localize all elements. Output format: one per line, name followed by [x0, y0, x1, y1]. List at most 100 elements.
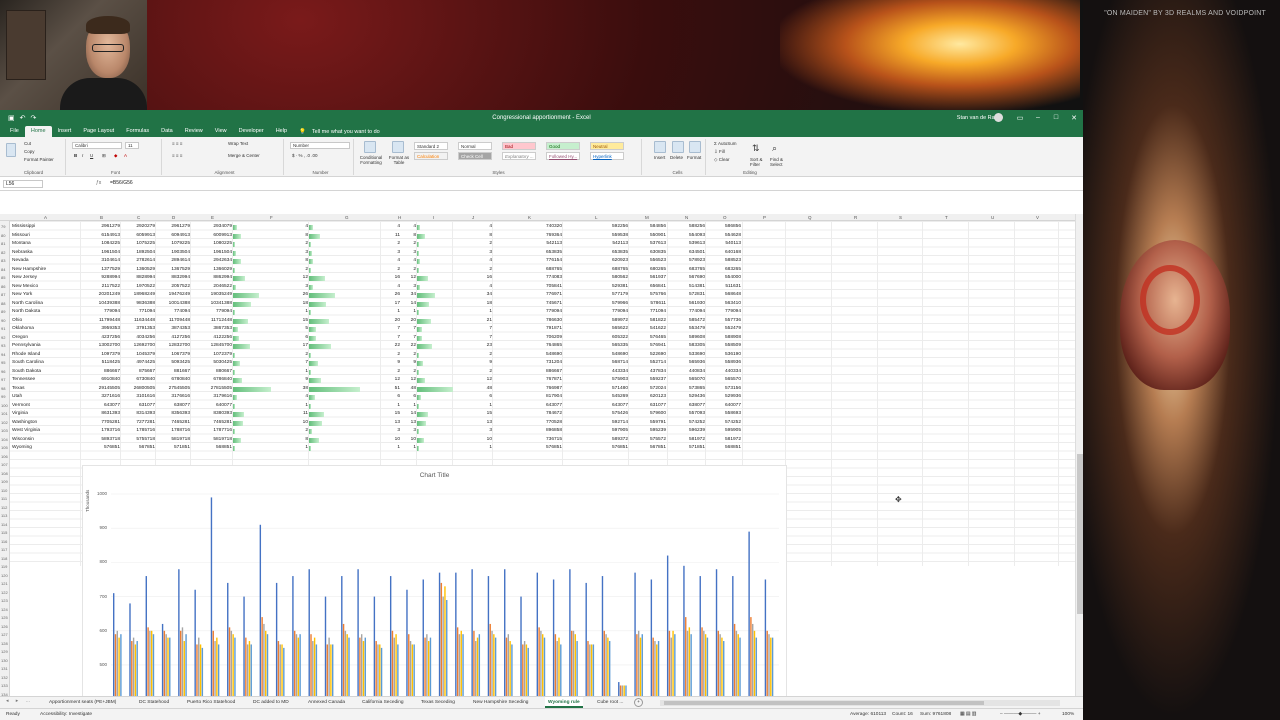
- cell-l[interactable]: 688765: [590, 266, 628, 275]
- cell-e[interactable]: 12845700: [192, 342, 232, 351]
- chart-bar[interactable]: [538, 627, 540, 706]
- delete-cells-icon[interactable]: [672, 141, 684, 153]
- cell-b[interactable]: 643077: [82, 402, 120, 411]
- cell-o[interactable]: 440334: [705, 368, 741, 377]
- cell-d[interactable]: 2057522: [155, 283, 190, 292]
- chart-bar[interactable]: [688, 627, 691, 706]
- bold-icon[interactable]: B: [74, 153, 77, 158]
- cell-b[interactable]: 7705281: [82, 419, 120, 428]
- cell-k[interactable]: 776971: [522, 291, 562, 300]
- chart-bar[interactable]: [699, 576, 701, 706]
- cell-i[interactable]: 2: [402, 351, 416, 360]
- chart-bar[interactable]: [275, 582, 278, 706]
- cell-i[interactable]: 1: [402, 402, 416, 411]
- underline-icon[interactable]: U: [90, 153, 93, 158]
- currency-icon[interactable]: $ · % , .0 .00: [292, 153, 318, 158]
- cell-d[interactable]: 10014388: [155, 300, 190, 309]
- row-number[interactable]: 101: [0, 410, 10, 419]
- cell-i[interactable]: 3: [402, 249, 416, 258]
- cell-m[interactable]: 559791: [628, 419, 666, 428]
- cell-o[interactable]: 574252: [705, 419, 741, 428]
- cell-e[interactable]: 568851: [192, 444, 232, 453]
- cell-j[interactable]: 15: [452, 410, 492, 419]
- chart-bar[interactable]: [228, 627, 231, 706]
- chart-bar[interactable]: [422, 579, 424, 706]
- cell-n[interactable]: 588256: [667, 223, 705, 232]
- cell-b[interactable]: 9288994: [82, 274, 120, 283]
- cell-d[interactable]: 881667: [155, 368, 190, 377]
- sheet-tab[interactable]: Puerto Rico Statehood: [184, 697, 238, 708]
- column-header-u[interactable]: U: [991, 214, 994, 221]
- chart-bar[interactable]: [473, 630, 475, 706]
- align-top-icon[interactable]: ≡ ≡ ≡: [172, 141, 182, 146]
- tab-file[interactable]: File: [4, 126, 25, 137]
- chart-bar[interactable]: [570, 630, 573, 706]
- cell-k[interactable]: 643077: [522, 402, 562, 411]
- cell-i[interactable]: 8: [402, 232, 416, 241]
- cell-d[interactable]: 8356393: [155, 410, 190, 419]
- cell-c[interactable]: 26800505: [120, 385, 155, 394]
- cell-b[interactable]: 6910840: [82, 376, 120, 385]
- cell-j[interactable]: 21: [452, 317, 492, 326]
- cell-e[interactable]: 2046522: [192, 283, 232, 292]
- table-row[interactable]: 97 Tennessee 6910840 6730840 6780840 6786840 9…: [0, 376, 760, 385]
- cell-n[interactable]: 585472: [667, 317, 705, 326]
- cell-l[interactable]: 589972: [590, 317, 628, 326]
- state-name[interactable]: Pennsylvania: [12, 342, 41, 351]
- cell-c[interactable]: 11634448: [120, 317, 155, 326]
- cell-e[interactable]: 2942634: [192, 257, 232, 266]
- cell-b[interactable]: 10439388: [82, 300, 120, 309]
- cell-f[interactable]: 2: [270, 427, 308, 436]
- cell-i[interactable]: 7: [402, 334, 416, 343]
- chart-bar[interactable]: [113, 593, 115, 706]
- cell-h[interactable]: 6: [362, 393, 400, 402]
- cell-m[interactable]: 437834: [628, 368, 666, 377]
- cell-d[interactable]: 1788716: [155, 427, 190, 436]
- column-header-t[interactable]: T: [945, 214, 948, 221]
- chart-bar[interactable]: [150, 630, 153, 706]
- cell-h[interactable]: 9: [362, 359, 400, 368]
- chart-bar[interactable]: [666, 555, 669, 706]
- cell-c[interactable]: 6059913: [120, 232, 155, 241]
- chart-bar[interactable]: [212, 630, 214, 706]
- cell-l[interactable]: 559538: [590, 232, 628, 241]
- chart-bar[interactable]: [569, 569, 571, 706]
- chart-bar[interactable]: [456, 627, 459, 706]
- chart-bar[interactable]: [601, 576, 604, 706]
- tab-page-layout[interactable]: Page Layout: [77, 126, 120, 137]
- chart-bar[interactable]: [572, 630, 575, 706]
- chart-bar[interactable]: [668, 630, 671, 706]
- merge-center-button[interactable]: Merge & Center: [228, 153, 260, 158]
- cell-e[interactable]: 2934079: [192, 223, 232, 232]
- cell-i[interactable]: 3: [402, 427, 416, 436]
- insert-cells-button[interactable]: Insert: [654, 155, 665, 160]
- chart-bar[interactable]: [179, 630, 182, 706]
- chart-bar[interactable]: [703, 630, 705, 706]
- cell-c[interactable]: 1785716: [120, 427, 155, 436]
- chart-bar[interactable]: [732, 576, 734, 706]
- cell-c[interactable]: 4974425: [120, 359, 155, 368]
- cell-d[interactable]: 2894614: [155, 257, 190, 266]
- column-header-m[interactable]: M: [645, 214, 649, 221]
- cell-l[interactable]: 592714: [590, 419, 628, 428]
- accessibility-status[interactable]: Accessibility: Investigate: [40, 709, 92, 720]
- cell-l[interactable]: 548690: [590, 351, 628, 360]
- chart-bar[interactable]: [753, 630, 756, 706]
- cell-k[interactable]: 740320: [522, 223, 562, 232]
- table-row[interactable]: 87 New York 20201249 18968249 19476249 190352…: [0, 291, 760, 300]
- cell-c[interactable]: 6730840: [120, 376, 155, 385]
- table-row[interactable]: 92 Oregon 4237256 4034256 4127256 4122256 6 7 7 7…: [0, 334, 760, 343]
- column-header-p[interactable]: P: [763, 214, 766, 221]
- row-number[interactable]: 95: [0, 359, 10, 368]
- table-row[interactable]: 90 Ohio 11799448 11634448 11709448 11712448 15…: [0, 317, 760, 326]
- tab-help[interactable]: Help: [270, 126, 293, 137]
- cell-m[interactable]: 541622: [628, 325, 666, 334]
- cell-f[interactable]: 2: [270, 240, 308, 249]
- cell-b[interactable]: 3959353: [82, 325, 120, 334]
- chart-bar[interactable]: [446, 600, 448, 706]
- cell-e[interactable]: 10341388: [192, 300, 232, 309]
- cell-f[interactable]: 6: [270, 334, 308, 343]
- cell-j[interactable]: 13: [452, 419, 492, 428]
- table-row[interactable]: 101 Virginia 8631393 8314393 8356393 8380393 1…: [0, 410, 760, 419]
- cell-i[interactable]: 2: [402, 368, 416, 377]
